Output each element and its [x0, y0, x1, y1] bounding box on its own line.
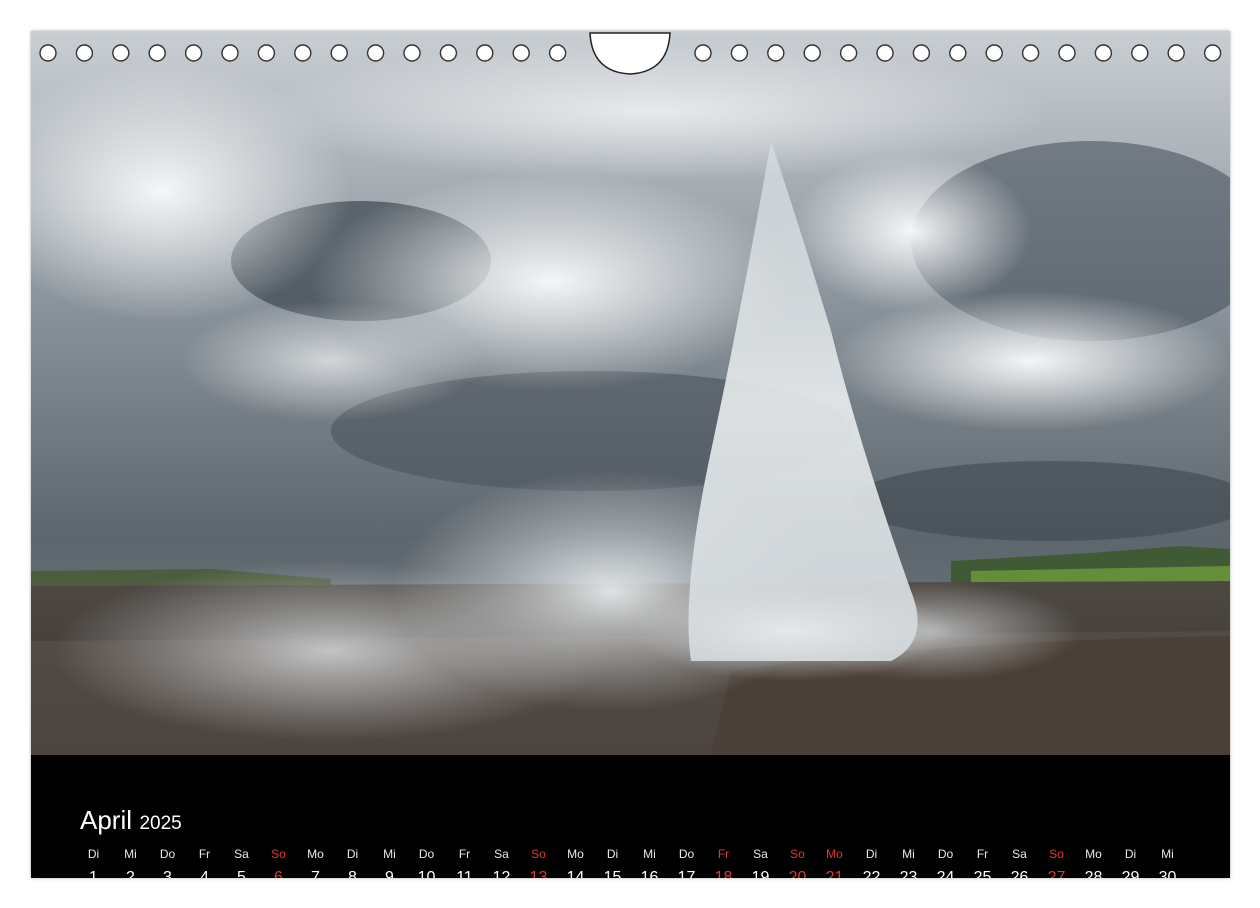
binding-hole	[1167, 44, 1185, 62]
binding-hole	[403, 44, 421, 62]
weekday-label: Fr	[717, 847, 730, 861]
weekday-label: Di	[865, 847, 878, 861]
day-number: 21	[825, 869, 844, 878]
day-number: 9	[385, 869, 394, 878]
calendar-page: April 2025 Di 1 Mi 2 Do 3 Fr 4 Sa 5 So 6 Mo 7 Di 8 Mi 9 Do…	[31, 31, 1230, 878]
weekday-label: Mi	[124, 847, 137, 861]
binding-hole	[257, 44, 276, 62]
binding-hole	[912, 44, 931, 62]
binding-hole	[730, 44, 749, 62]
binding-hole	[512, 44, 530, 62]
binding-hole	[75, 44, 94, 62]
day-number: 2	[126, 869, 135, 878]
weekday-label: Sa	[234, 847, 249, 861]
binding-hole	[1058, 44, 1076, 62]
binding-hole	[221, 44, 239, 62]
day-number: 17	[677, 869, 696, 878]
day-number: 10	[417, 869, 436, 878]
hanger-notch	[589, 32, 671, 75]
binding-hole	[294, 44, 312, 62]
binding-hole	[184, 44, 203, 62]
day-number: 19	[751, 869, 770, 878]
day-number: 29	[1121, 869, 1140, 878]
binding-hole	[330, 44, 348, 62]
calendar-strip: April 2025 Di 1 Mi 2 Do 3 Fr 4 Sa 5 So 6 Mo 7 Di 8 Mi 9 Do…	[31, 755, 1230, 878]
binding-hole	[1203, 44, 1222, 62]
weekday-label: Di	[606, 847, 619, 861]
day-number: 23	[899, 869, 918, 878]
weekday-label: So	[531, 847, 546, 861]
day-number: 3	[163, 869, 172, 878]
day-number: 27	[1047, 869, 1066, 878]
day-number: 18	[714, 869, 733, 878]
binding-hole	[876, 44, 894, 62]
weekday-label: Sa	[494, 847, 509, 861]
binding-hole	[949, 44, 967, 62]
weekday-label: Do	[937, 847, 954, 861]
weekday-label: Mi	[902, 847, 915, 861]
day-number: 20	[788, 869, 807, 878]
binding-hole	[112, 44, 130, 62]
binding-hole	[1131, 44, 1149, 62]
weekday-label: Mo	[826, 847, 843, 861]
day-number: 26	[1010, 869, 1029, 878]
weekday-label: Sa	[753, 847, 768, 861]
weekday-label: Di	[87, 847, 100, 861]
weekday-label: Fr	[458, 847, 471, 861]
day-number: 30	[1158, 869, 1177, 878]
year: 2025	[139, 813, 182, 834]
weekday-label: Mo	[307, 847, 324, 861]
geyser-photo	[31, 31, 1230, 755]
day-number: 4	[200, 869, 209, 878]
weekday-label: Mi	[383, 847, 396, 861]
day-number: 7	[311, 869, 320, 878]
day-number: 22	[862, 869, 881, 878]
binding-hole	[366, 44, 385, 62]
weekday-label: Mo	[1085, 847, 1102, 861]
binding-hole	[476, 44, 494, 62]
weekday-label: Fr	[198, 847, 211, 861]
day-number: 8	[348, 869, 357, 878]
binding-hole	[985, 44, 1003, 62]
day-number: 13	[529, 869, 548, 878]
binding-hole	[548, 44, 567, 62]
binding-hole	[803, 44, 821, 62]
weekday-label: Fr	[976, 847, 989, 861]
day-number: 5	[237, 869, 246, 878]
binding-hole	[439, 44, 458, 62]
binding-hole	[148, 44, 166, 62]
month-title: April 2025	[80, 805, 182, 836]
weekday-label: Mi	[1161, 847, 1174, 861]
day-number: 28	[1084, 869, 1103, 878]
binding-hole	[767, 44, 785, 62]
weekday-label: Mi	[643, 847, 656, 861]
binding-hole	[39, 44, 57, 62]
day-number: 15	[603, 869, 622, 878]
weekday-label: Do	[159, 847, 176, 861]
day-number: 24	[936, 869, 955, 878]
binding-hole	[839, 44, 858, 62]
day-number: 12	[492, 869, 511, 878]
binding-hole	[1094, 44, 1113, 62]
binding-hole	[1021, 44, 1040, 62]
day-number: 16	[640, 869, 659, 878]
day-number: 25	[973, 869, 992, 878]
weekday-label: Di	[346, 847, 359, 861]
day-number: 6	[274, 869, 283, 878]
weekday-label: So	[790, 847, 805, 861]
binding-holes	[39, 32, 1222, 75]
day-number: 1	[89, 869, 98, 878]
weekday-label: Do	[678, 847, 695, 861]
weekday-label: So	[271, 847, 286, 861]
month-name: April	[80, 805, 133, 835]
binding-hole	[694, 44, 712, 62]
weekday-label: Do	[418, 847, 435, 861]
day-number: 14	[566, 869, 585, 878]
day-number: 11	[456, 869, 473, 878]
weekday-label: So	[1049, 847, 1064, 861]
weekday-label: Sa	[1012, 847, 1027, 861]
weekday-label: Di	[1124, 847, 1137, 861]
weekday-label: Mo	[567, 847, 584, 861]
